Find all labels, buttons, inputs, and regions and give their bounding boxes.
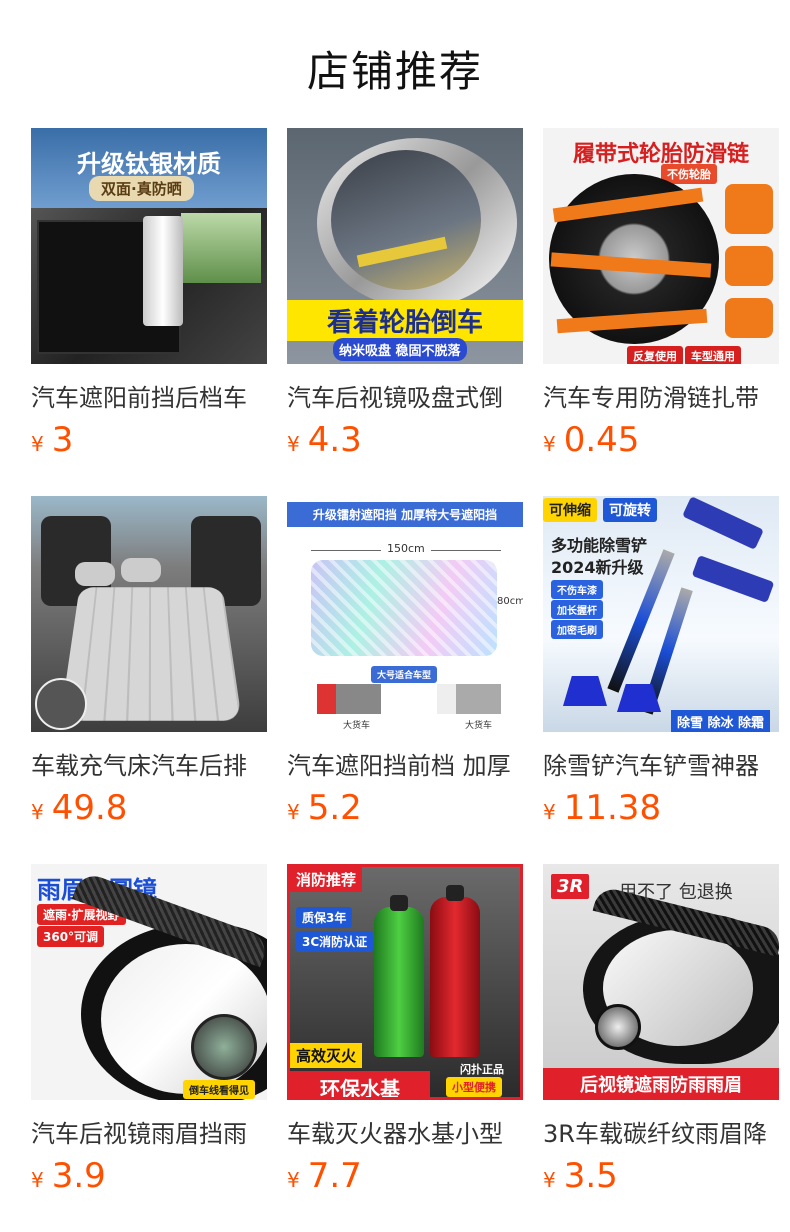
product-name[interactable]: 汽车专用防滑链扎带	[543, 378, 779, 413]
price-value: 5.2	[308, 788, 362, 828]
price-value: 7.7	[308, 1156, 362, 1196]
image-tag: 360°可调	[37, 926, 104, 947]
product-price: ¥4.3	[287, 420, 362, 460]
sunshade-silver	[143, 216, 183, 326]
image-tag: 倒车线看得见	[183, 1080, 255, 1099]
chain-detail	[725, 298, 773, 338]
dimension-width: 150cm	[381, 540, 431, 557]
product-image[interactable]: 看着轮胎倒车 纳米吸盘 稳固不脱落	[287, 128, 523, 364]
image-headline: 升级镭射遮阳挡 加厚特大号遮阳挡	[287, 502, 523, 527]
product-name[interactable]: 除雪铲汽车铲雪神器	[543, 746, 779, 781]
product-name[interactable]: 车载充气床汽车后排	[31, 746, 267, 781]
product-price: ¥49.8	[31, 788, 127, 828]
image-banner: 除雪 除冰 除霜	[671, 710, 770, 732]
brush-head	[692, 555, 775, 603]
price-value: 4.3	[308, 420, 362, 460]
product-price: ¥11.38	[543, 788, 661, 828]
product-grid: 升级钛银材质 双面·真防晒 汽车遮阳前挡后档车 ¥3 看着轮胎倒车 纳米吸盘 稳…	[0, 0, 790, 1232]
product-name[interactable]: 汽车后视镜雨眉挡雨	[31, 1114, 267, 1149]
image-headline: 履带式轮胎防滑链	[543, 136, 779, 168]
product-image[interactable]: 升级镭射遮阳挡 加厚特大号遮阳挡 150cm 80cm 大号适合车型 大货车 大…	[287, 496, 523, 732]
extinguisher-cap	[390, 895, 408, 911]
image-subheadline: 2024新升级	[545, 552, 650, 580]
image-tag: 可伸缩	[543, 498, 597, 522]
product-name[interactable]: 3R车载碳纤纹雨眉降	[543, 1114, 779, 1149]
inset-thumbnail	[35, 678, 87, 730]
air-mattress	[60, 587, 242, 720]
price-value: 3.9	[52, 1156, 106, 1196]
chain-detail	[725, 246, 773, 286]
product-name[interactable]: 汽车遮阳前挡后档车	[31, 378, 267, 413]
price-value: 3	[52, 420, 74, 460]
currency-symbol: ¥	[287, 800, 300, 824]
currency-symbol: ¥	[543, 800, 556, 824]
scraper-blade	[563, 676, 607, 706]
image-tag: 小型便携	[446, 1077, 502, 1097]
product-image[interactable]: 履带式轮胎防滑链 不伤轮胎 反复使用 车型通用	[543, 128, 779, 364]
mirror-glass	[331, 150, 481, 290]
product-price: ¥3.9	[31, 1156, 106, 1196]
image-tag: 质保3年	[296, 907, 352, 928]
product-name[interactable]: 汽车遮阳挡前档 加厚	[287, 746, 523, 781]
extinguisher-green	[374, 907, 424, 1057]
image-tag: 消防推荐	[290, 867, 362, 892]
product-name[interactable]: 汽车后视镜吸盘式倒	[287, 378, 523, 413]
product-image[interactable]: 雨眉小圆镜 遮雨·扩展视野 360°可调 倒车线看得见	[31, 864, 267, 1100]
brand-logo: 3R	[551, 874, 589, 899]
product-price: ¥0.45	[543, 420, 639, 460]
image-tag: 3C消防认证	[296, 931, 373, 952]
currency-symbol: ¥	[543, 1168, 556, 1192]
currency-symbol: ¥	[287, 1168, 300, 1192]
pillow	[75, 562, 115, 586]
blind-spot-mirror	[191, 1014, 257, 1080]
price-value: 3.5	[564, 1156, 618, 1196]
product-price: ¥7.7	[287, 1156, 362, 1196]
image-headline: 看着轮胎倒车	[287, 300, 523, 341]
product-price: ¥5.2	[287, 788, 362, 828]
truck-left	[317, 684, 381, 714]
currency-symbol: ¥	[31, 800, 44, 824]
truck-right	[437, 684, 501, 714]
window-view	[181, 213, 261, 283]
product-image[interactable]: 3R 用不了 包退换 后视镜遮雨防雨雨眉	[543, 864, 779, 1100]
price-value: 0.45	[564, 420, 640, 460]
image-banner: 环保水基	[290, 1071, 430, 1100]
image-tag: 双面·真防晒	[89, 176, 194, 201]
product-image[interactable]: 可伸缩 可旋转 多功能除雪铲 2024新升级 不伤车漆 加长握杆 加密毛刷 除雪…	[543, 496, 779, 732]
pillow	[121, 558, 161, 582]
extinguisher-red	[430, 897, 480, 1057]
image-tag: 大号适合车型	[371, 666, 437, 683]
brush-head	[682, 496, 764, 550]
image-headline: 高效灭火	[290, 1043, 362, 1068]
product-name[interactable]: 车载灭火器水基小型	[287, 1114, 523, 1149]
dimension-height: 80cm	[497, 596, 523, 607]
price-value: 11.38	[564, 788, 661, 828]
image-tag: 车型通用	[685, 346, 741, 364]
price-value: 49.8	[52, 788, 128, 828]
currency-symbol: ¥	[31, 432, 44, 456]
image-caption: 大货车	[459, 716, 498, 732]
image-tag: 反复使用	[627, 346, 683, 364]
image-tag: 可旋转	[603, 498, 657, 522]
extinguisher-cap	[446, 885, 464, 901]
image-tag: 加密毛刷	[551, 620, 603, 639]
product-image[interactable]	[31, 496, 267, 732]
sunshade-pattern	[311, 560, 497, 656]
currency-symbol: ¥	[543, 432, 556, 456]
product-image[interactable]: 升级钛银材质 双面·真防晒	[31, 128, 267, 364]
image-tag: 不伤车漆	[551, 580, 603, 599]
chain-detail	[725, 184, 773, 234]
image-tag: 闪扑正品	[454, 1059, 510, 1079]
image-caption: 大货车	[337, 716, 376, 732]
blind-spot-mirror	[595, 1004, 641, 1050]
image-headline: 升级钛银材质	[31, 144, 267, 179]
image-tag: 加长握杆	[551, 600, 603, 619]
product-price: ¥3	[31, 420, 73, 460]
image-tag: 纳米吸盘 稳固不脱落	[333, 338, 467, 361]
currency-symbol: ¥	[287, 432, 300, 456]
product-price: ¥3.5	[543, 1156, 618, 1196]
product-image[interactable]: 消防推荐 质保3年 3C消防认证 高效灭火 环保水基 闪扑正品 小型便携	[287, 864, 523, 1100]
image-banner: 后视镜遮雨防雨雨眉	[543, 1068, 779, 1100]
currency-symbol: ¥	[31, 1168, 44, 1192]
